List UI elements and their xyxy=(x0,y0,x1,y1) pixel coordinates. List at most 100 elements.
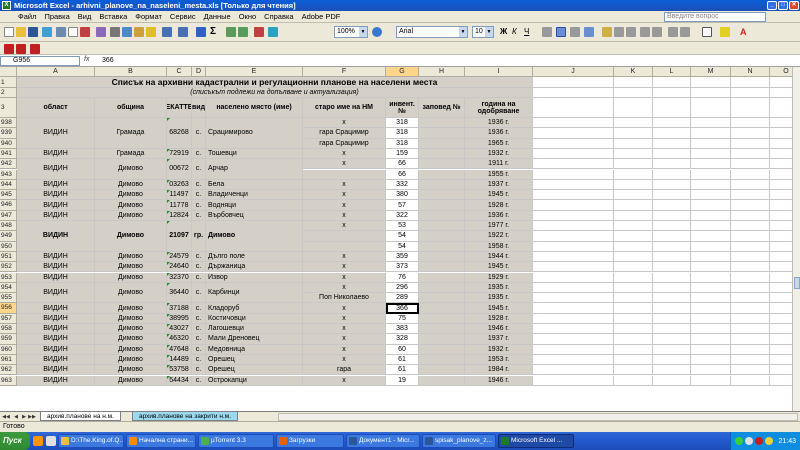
cell[interactable] xyxy=(653,210,691,221)
cell-ekatte[interactable]: 11497 xyxy=(167,190,192,201)
cell-naseleno-myasto[interactable]: Върбовчец xyxy=(206,210,303,221)
cell[interactable] xyxy=(614,241,653,252)
cell[interactable] xyxy=(614,128,653,139)
cell-staro-ime[interactable]: х xyxy=(303,221,386,232)
cell-ekatte[interactable]: 32370 xyxy=(167,272,192,283)
column-header-b[interactable]: B xyxy=(95,67,167,77)
column-header-f[interactable]: F xyxy=(303,67,386,77)
cell[interactable] xyxy=(770,128,792,139)
cell-obshtina[interactable]: Димово xyxy=(95,272,167,283)
cell-oblast[interactable]: ВИДИН xyxy=(17,334,95,345)
cell[interactable] xyxy=(533,77,614,88)
cell[interactable] xyxy=(770,282,792,294)
cell[interactable] xyxy=(770,344,792,355)
cell-invent-no[interactable]: 318 xyxy=(386,138,419,149)
column-header-n[interactable]: N xyxy=(731,67,770,77)
cell-obshtina[interactable]: Димово xyxy=(95,159,167,180)
antivirus-tray-icon[interactable] xyxy=(755,437,764,445)
cell-godina[interactable]: 1946 г. xyxy=(465,324,533,335)
cell-invent-no[interactable]: 373 xyxy=(386,262,419,273)
cell[interactable] xyxy=(653,334,691,345)
cell-oblast[interactable]: ВИДИН xyxy=(17,251,95,263)
cell-obshtina[interactable]: Димово xyxy=(95,251,167,263)
cell[interactable] xyxy=(731,354,770,366)
cell[interactable] xyxy=(533,375,614,386)
cell-invent-no[interactable]: 328 xyxy=(386,334,419,345)
cell-obshtina[interactable]: Димово xyxy=(95,282,167,304)
cell[interactable] xyxy=(533,190,614,201)
cell-zapoved-no[interactable] xyxy=(419,231,465,242)
cell[interactable] xyxy=(533,118,614,129)
cell-invent-no[interactable]: 60 xyxy=(386,344,419,355)
cell-obshtina[interactable]: Димово xyxy=(95,210,167,221)
align-left-icon[interactable] xyxy=(542,27,552,37)
cell-zapoved-no[interactable] xyxy=(419,138,465,149)
increase-decimal-icon[interactable] xyxy=(640,27,650,37)
cell[interactable] xyxy=(691,98,731,118)
cell[interactable] xyxy=(653,272,691,283)
cell-godina[interactable]: 1946 г. xyxy=(465,375,533,386)
cell[interactable] xyxy=(691,334,731,345)
cell-zapoved-no[interactable] xyxy=(419,344,465,355)
help-question-input[interactable]: Введите вопрос xyxy=(664,12,766,22)
row-header[interactable]: 958 xyxy=(0,324,17,335)
cell[interactable] xyxy=(533,128,614,139)
cell-oblast[interactable]: ВИДИН xyxy=(17,221,95,252)
cell[interactable] xyxy=(770,241,792,252)
menu-item[interactable]: Сервис xyxy=(166,12,200,21)
header-zapoved-no[interactable]: заповед № xyxy=(419,98,465,118)
cell-oblast[interactable]: ВИДИН xyxy=(17,282,95,304)
last-sheet-icon[interactable]: ▶▶ xyxy=(28,413,36,421)
cell-vid[interactable]: с. xyxy=(192,159,206,180)
cell-invent-no[interactable]: 57 xyxy=(386,200,419,211)
cell-ekatte[interactable]: 11778 xyxy=(167,200,192,211)
cell[interactable] xyxy=(533,272,614,283)
excel-app-icon[interactable]: X xyxy=(2,1,11,10)
cell-naseleno-myasto[interactable]: Владиченци xyxy=(206,190,303,201)
cell-vid[interactable]: с. xyxy=(192,118,206,149)
cell[interactable] xyxy=(691,88,731,98)
cell-zapoved-no[interactable] xyxy=(419,210,465,221)
cell[interactable] xyxy=(533,313,614,324)
menu-item[interactable]: Данные xyxy=(200,12,235,21)
cell[interactable] xyxy=(770,179,792,191)
row-header[interactable]: 2 xyxy=(0,88,17,98)
cell[interactable] xyxy=(770,77,792,88)
cell-invent-no[interactable]: 296 xyxy=(386,282,419,294)
cell-oblast[interactable]: ВИДИН xyxy=(17,324,95,335)
cell-zapoved-no[interactable] xyxy=(419,159,465,170)
cell[interactable] xyxy=(731,251,770,263)
cell[interactable] xyxy=(770,251,792,263)
cell[interactable] xyxy=(731,221,770,232)
cell[interactable] xyxy=(731,169,770,180)
cell-ekatte[interactable]: 46320 xyxy=(167,334,192,345)
align-center-icon[interactable] xyxy=(556,27,566,37)
menu-item[interactable]: Файл xyxy=(14,12,40,21)
cell-ekatte[interactable]: 12824 xyxy=(167,210,192,221)
row-header[interactable]: 941 xyxy=(0,148,17,160)
cell-godina[interactable]: 1922 г. xyxy=(465,231,533,242)
row-header[interactable]: 1 xyxy=(0,77,17,88)
cell-zapoved-no[interactable] xyxy=(419,241,465,252)
cell-zapoved-no[interactable] xyxy=(419,324,465,335)
merge-center-icon[interactable] xyxy=(584,27,594,37)
first-sheet-icon[interactable]: ◀◀ xyxy=(2,413,10,421)
cell-invent-no[interactable]: 54 xyxy=(386,231,419,242)
column-header-h[interactable]: H xyxy=(419,67,465,77)
cell[interactable] xyxy=(614,251,653,263)
cell[interactable] xyxy=(731,344,770,355)
cell-staro-ime[interactable]: гара Срацимир xyxy=(303,128,386,139)
cell-godina[interactable]: 1935 г. xyxy=(465,282,533,294)
cell-vid[interactable]: с. xyxy=(192,272,206,283)
cell[interactable] xyxy=(614,324,653,335)
font-size-select[interactable]: 10 ▼ xyxy=(472,26,494,38)
cell-vid[interactable]: с. xyxy=(192,210,206,221)
minimize-button[interactable]: _ xyxy=(767,1,777,10)
cell-godina[interactable]: 1936 г. xyxy=(465,118,533,129)
cell[interactable] xyxy=(614,148,653,160)
cell[interactable] xyxy=(533,179,614,191)
underline-icon[interactable]: Ч xyxy=(524,27,534,37)
cell[interactable] xyxy=(614,138,653,149)
cell[interactable] xyxy=(533,98,614,118)
cell-vid[interactable]: с. xyxy=(192,344,206,355)
